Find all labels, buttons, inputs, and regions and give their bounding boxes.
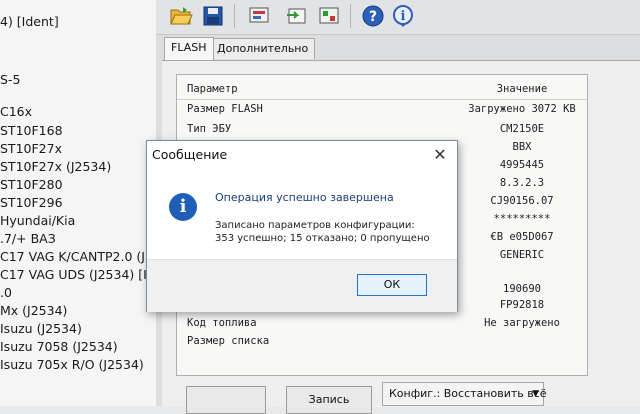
- toolbar-separator: [234, 4, 235, 28]
- dialog-detail-line: 353 успешно; 15 отказано; 0 пропущено: [215, 233, 430, 244]
- table-row[interactable]: Размер списка: [177, 333, 587, 351]
- tree-item[interactable]: ST10F296: [0, 195, 63, 210]
- tree-item[interactable]: .7/+ ВАЗ: [0, 231, 56, 246]
- tree-item[interactable]: ST10F27x: [0, 141, 62, 156]
- ecu-write-icon[interactable]: [284, 3, 310, 29]
- config-icon[interactable]: [316, 3, 342, 29]
- info-icon: i: [169, 193, 197, 221]
- help-icon[interactable]: ?: [360, 3, 386, 29]
- toolbar: ? i: [156, 0, 640, 35]
- table-row[interactable]: Код топлива Не загружено: [177, 315, 587, 333]
- tree-item[interactable]: ST10F27x (J2534): [0, 159, 111, 174]
- row-value: 4995445: [499, 159, 545, 171]
- write-button[interactable]: Запись: [286, 386, 372, 414]
- row-value: 190690: [503, 283, 541, 295]
- dialog-detail-line: Записано параметров конфигурации:: [215, 220, 415, 231]
- tree-item[interactable]: Isuzu (J2534): [0, 321, 82, 336]
- config-select[interactable]: Конфиг.: Восстановить всё ▼: [382, 382, 547, 406]
- column-header-param: Параметр: [187, 83, 238, 95]
- tree-item[interactable]: S-5: [0, 72, 20, 87]
- tree-item[interactable]: C16x: [0, 104, 32, 119]
- bottom-controls: Запись Конфиг.: Восстановить всё ▼: [176, 380, 616, 414]
- svg-text:i: i: [401, 9, 406, 24]
- table-row[interactable]: Тип ЭБУ CM2150E: [177, 121, 587, 139]
- row-value: 8.3.2.3: [499, 177, 545, 189]
- row-key: Тип ЭБУ: [187, 123, 232, 135]
- tree-item[interactable]: Isuzu 705x R/O (J2534): [0, 357, 144, 372]
- tab-flash[interactable]: FLASH: [164, 37, 214, 60]
- tree-item[interactable]: C17 VAG K/CANTP2.0 (J2534: [0, 249, 156, 264]
- ok-button[interactable]: ОК: [357, 274, 427, 296]
- dialog-footer: ОК: [147, 259, 457, 312]
- row-value: GENERIC: [499, 249, 545, 261]
- tree-item[interactable]: Hyundai/Kia: [0, 213, 75, 228]
- info-icon[interactable]: i: [390, 3, 416, 29]
- toolbar-separator: [350, 4, 351, 28]
- row-value: CJ90156.07: [490, 195, 554, 207]
- row-value: €B e05D067: [490, 231, 554, 243]
- left-button[interactable]: [186, 386, 266, 414]
- dialog-body: i Операция успешно завершена Записано па…: [147, 169, 457, 269]
- tree-item[interactable]: C17 VAG UDS (J2534) [Ident: [0, 267, 156, 282]
- table-header: Параметр Значение: [177, 81, 587, 100]
- row-value: BBX: [512, 141, 532, 153]
- row-value: Загружено 3072 КВ: [468, 103, 576, 115]
- open-folder-icon[interactable]: [168, 3, 194, 29]
- row-value: Не загружено: [484, 317, 560, 329]
- message-dialog: Сообщение ✕ i Операция успешно завершена…: [146, 140, 458, 312]
- tree-item[interactable]: ST10F168: [0, 123, 63, 138]
- ecu-read-icon[interactable]: [246, 3, 272, 29]
- row-key: Код топлива: [187, 317, 257, 329]
- tree-item[interactable]: 4) [Ident]: [0, 14, 59, 29]
- device-tree: 4) [Ident] S-5 C16x ST10F168 ST10F27x ST…: [0, 0, 156, 406]
- dialog-titlebar[interactable]: Сообщение ✕: [147, 141, 457, 169]
- svg-text:?: ?: [369, 9, 377, 25]
- row-key: Размер FLASH: [187, 103, 263, 115]
- row-key: Размер списка: [187, 335, 270, 347]
- tab-additional[interactable]: Дополнительно: [210, 38, 316, 59]
- config-select-label: Конфиг.: Восстановить всё: [389, 387, 547, 400]
- dialog-message: Операция успешно завершена: [215, 191, 394, 204]
- table-row[interactable]: Размер FLASH Загружено 3072 КВ: [177, 101, 587, 119]
- row-value: FP92818: [499, 299, 545, 311]
- tree-item[interactable]: Isuzu 7058 (J2534): [0, 339, 118, 354]
- chevron-down-icon: ▼: [532, 389, 539, 399]
- close-icon[interactable]: ✕: [429, 144, 451, 166]
- row-value: *********: [493, 213, 551, 225]
- tree-item[interactable]: .0: [0, 285, 12, 300]
- row-value: CM2150E: [499, 123, 545, 135]
- dialog-detail: Записано параметров конфигурации: 353 ус…: [215, 219, 430, 245]
- column-header-value: Значение: [496, 83, 548, 95]
- dialog-title: Сообщение: [152, 147, 228, 162]
- tree-item[interactable]: Mx (J2534): [0, 303, 67, 318]
- save-icon[interactable]: [200, 3, 226, 29]
- tree-item[interactable]: ST10F280: [0, 177, 63, 192]
